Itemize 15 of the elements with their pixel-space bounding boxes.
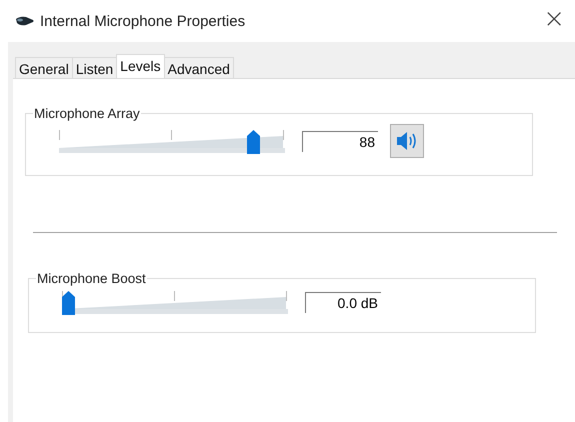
group-label: Microphone Array [33,106,141,121]
mute-button[interactable] [390,124,424,158]
tab[interactable]: General [15,57,73,78]
group-label: Microphone Boost [36,271,147,286]
level-slider[interactable] [59,128,285,154]
slider-thumb[interactable] [247,130,260,154]
close-button[interactable]: × [535,4,573,38]
level-value-field[interactable]: 0.0 dB [305,292,381,312]
level-value-field[interactable]: 88 [302,130,378,152]
level-slider[interactable] [62,289,288,315]
microphone-icon [16,16,34,26]
tab[interactable]: Levels [116,54,165,78]
slider-thumb[interactable] [62,291,75,315]
tab[interactable]: Advanced [164,57,234,78]
window-title: Internal Microphone Properties [40,12,246,30]
